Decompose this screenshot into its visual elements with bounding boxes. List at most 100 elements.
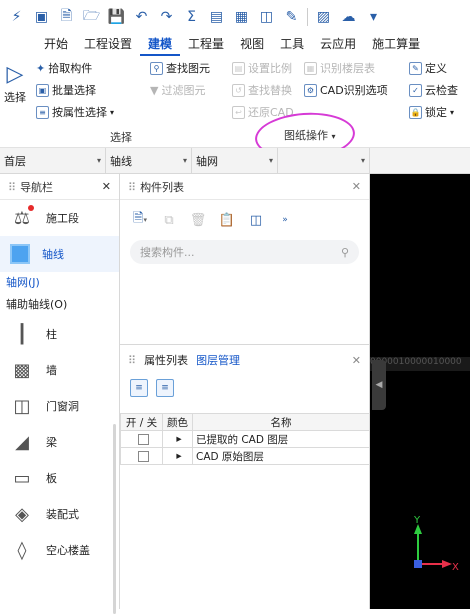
component-list-panel: ⠿ 构件列表 ✕ 🗎 ▾ ⧉ 🗑 📋 ◫ » 搜索构件... ⚲	[120, 174, 370, 344]
view-icon[interactable]: ▤	[204, 6, 229, 28]
paste-component-icon[interactable]: 📋	[217, 210, 237, 230]
layer-original-icon[interactable]: ≡	[156, 379, 174, 397]
category-value: 轴线	[110, 154, 132, 168]
nav-item-slab[interactable]: ▭ 板	[0, 460, 119, 496]
nav-item-column[interactable]: ┃ 柱	[0, 316, 119, 352]
filter-element-button[interactable]: ▼ 过滤图元	[150, 82, 205, 98]
floor-table-icon: ▦	[304, 61, 317, 75]
cad-identify-options-label: CAD识别选项	[320, 84, 388, 97]
sum-icon[interactable]: Σ	[179, 6, 204, 28]
undo-icon[interactable]: ↶	[129, 6, 154, 28]
cloud-icon[interactable]: ☁	[336, 6, 361, 28]
navigation-scrollbar[interactable]	[113, 424, 116, 614]
batch-select-button[interactable]: ▣ 批量选择	[36, 82, 96, 98]
nav-item-prefab[interactable]: ◈ 装配式	[0, 496, 119, 532]
drag-handle-icon[interactable]: ⠿	[128, 354, 136, 367]
nav-item-door-window[interactable]: ◫ 门窗洞	[0, 388, 119, 424]
close-icon[interactable]: ✕	[352, 180, 361, 193]
tab-tools[interactable]: 工具	[272, 34, 312, 56]
collapse-panel-button[interactable]: ◀	[372, 360, 386, 410]
tab-property-list[interactable]: 属性列表	[144, 352, 188, 368]
close-icon[interactable]: ✕	[352, 354, 361, 367]
pick-component-button[interactable]: ✦ 拾取构件	[36, 60, 92, 76]
component-icon[interactable]: ◫	[254, 6, 279, 28]
draw-icon[interactable]: ✎	[279, 6, 304, 28]
component-list-toolbar: 🗎 ▾ ⧉ 🗑 📋 ◫ »	[120, 200, 369, 230]
column-header-toggle: 开 / 关	[120, 413, 163, 431]
construction-section-icon: ⚖	[10, 205, 34, 229]
cad-options-icon: ⚙	[304, 83, 317, 97]
category-selector[interactable]: 轴线 ▾	[106, 147, 192, 174]
tab-start[interactable]: 开始	[36, 34, 76, 56]
nav-subitem-axis-grid[interactable]: 轴网(J)	[0, 272, 119, 294]
column-header-name: 名称	[192, 413, 370, 431]
set-scale-button[interactable]: ▤ 设置比例	[232, 60, 292, 76]
split-icon[interactable]: ▨	[311, 6, 336, 28]
expand-more-icon[interactable]: »	[275, 210, 295, 230]
new-component-icon[interactable]: 🗎 ▾	[130, 210, 150, 230]
table-row[interactable]: ▸ CAD 原始图层	[120, 447, 370, 465]
search-icon: ⚲	[340, 245, 349, 259]
tab-layer-management[interactable]: 图层管理	[196, 352, 240, 368]
layer-toggle-checkbox[interactable]	[137, 450, 149, 462]
nav-item-axis[interactable]: 轴线	[0, 236, 119, 272]
new-file-icon[interactable]: 🗎	[54, 6, 79, 28]
nav-item-construction-section[interactable]: ⚖ 施工段	[0, 200, 119, 236]
select-by-attribute-button[interactable]: ≡ 按属性选择 ▾	[36, 104, 114, 120]
floor-selector[interactable]: 首层 ▾	[0, 147, 106, 174]
chevron-down-icon: ▾	[268, 156, 273, 165]
nav-item-hollow-floor[interactable]: ◊ 空心楼盖	[0, 532, 119, 568]
tab-quantity[interactable]: 工程量	[180, 34, 232, 56]
chevron-down-icon: ▾	[450, 107, 455, 117]
nav-item-label: 板	[46, 472, 57, 485]
cloud-check-button[interactable]: ✓ 云检查	[409, 82, 458, 98]
app-logo-icon[interactable]: ⚡	[4, 6, 29, 28]
lock-button[interactable]: 🔒 锁定 ▾	[409, 104, 454, 120]
drag-handle-icon[interactable]: ⠿	[8, 181, 16, 194]
component-search-input[interactable]: 搜索构件... ⚲	[130, 240, 359, 264]
tab-view[interactable]: 视图	[232, 34, 272, 56]
column-icon: ┃	[16, 323, 28, 345]
pick-component-label: 拾取构件	[48, 62, 93, 75]
table-row[interactable]: ▸ 已提取的 CAD 图层	[120, 430, 370, 448]
nav-item-label: 柱	[46, 328, 57, 341]
cursor-arrow-icon: ▷	[6, 62, 24, 87]
save-icon[interactable]: 💾	[104, 6, 129, 28]
layer-extracted-icon[interactable]: ≡	[130, 379, 148, 397]
more-icon[interactable]: ▾	[361, 6, 386, 28]
group-label-select: 选择	[110, 131, 132, 144]
window-icon[interactable]: ▣	[29, 6, 54, 28]
tab-project-settings[interactable]: 工程设置	[76, 34, 140, 56]
expand-arrow-icon[interactable]: ▸	[162, 430, 193, 448]
define-icon: ✎	[409, 61, 422, 75]
delete-component-icon[interactable]: 🗑	[188, 210, 208, 230]
tab-construction[interactable]: 施工算量	[364, 34, 428, 56]
close-icon[interactable]: ✕	[102, 180, 111, 193]
grid-icon[interactable]: ▦	[229, 6, 254, 28]
drag-handle-icon[interactable]: ⠿	[128, 181, 136, 194]
select-button[interactable]: ▷ 选择	[4, 62, 26, 105]
cad-identify-options-button[interactable]: ⚙ CAD识别选项	[304, 82, 388, 98]
expand-arrow-icon[interactable]: ▸	[162, 447, 193, 465]
find-element-button[interactable]: ⚲ 查找图元	[150, 60, 210, 76]
layer-copy-icon[interactable]: ◫	[246, 210, 266, 230]
select-button-label: 选择	[4, 91, 26, 104]
layer-name: CAD 原始图层	[192, 447, 370, 465]
nav-item-beam[interactable]: ◢ 梁	[0, 424, 119, 460]
layer-toggle-checkbox[interactable]	[137, 433, 149, 445]
tab-cloud[interactable]: 云应用	[312, 34, 364, 56]
redo-icon[interactable]: ↷	[154, 6, 179, 28]
nav-item-label: 墙	[46, 364, 57, 377]
open-folder-icon[interactable]: 🗁	[79, 6, 104, 28]
find-replace-button[interactable]: ↺ 查找替换	[232, 82, 292, 98]
nav-subitem-auxiliary-axis[interactable]: 辅助轴线(O)	[0, 294, 119, 316]
tab-modeling[interactable]: 建模	[140, 34, 181, 56]
hollow-floor-icon: ◊	[17, 539, 27, 561]
define-button[interactable]: ✎ 定义	[409, 60, 447, 76]
subtype-selector[interactable]: 轴网 ▾	[192, 147, 278, 174]
identify-floor-table-button[interactable]: ▦ 识别楼层表	[304, 60, 375, 76]
extra-selector[interactable]: ▾	[278, 147, 370, 174]
copy-component-icon[interactable]: ⧉	[159, 210, 179, 230]
nav-item-wall[interactable]: ▩ 墙	[0, 352, 119, 388]
ribbon: ▷ 选择 ✦ 拾取构件 ▣ 批量选择 ≡ 按属性选择 ▾ ⚲ 查找图元 ▼ 过滤…	[0, 56, 470, 148]
